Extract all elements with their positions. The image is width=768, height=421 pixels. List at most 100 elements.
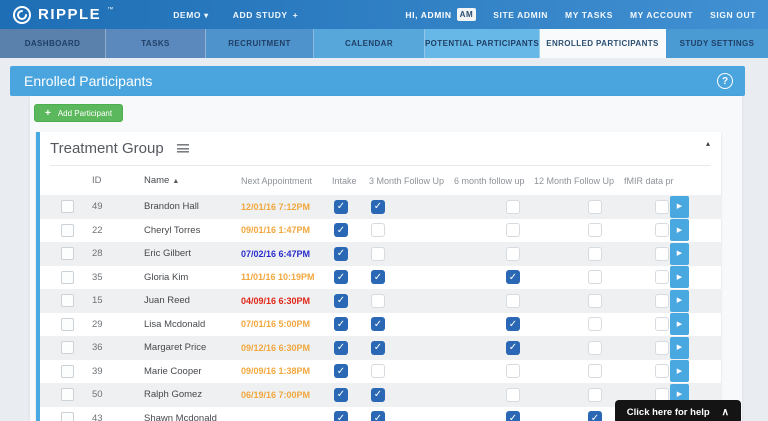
- m3-checkbox[interactable]: ✓: [371, 388, 385, 402]
- row-select-checkbox[interactable]: [61, 365, 74, 378]
- topbar-link-my-tasks[interactable]: MY TASKS: [565, 10, 613, 20]
- help-tooltip[interactable]: Click here for help ∧: [615, 400, 741, 421]
- intake-checkbox[interactable]: ✓: [334, 317, 348, 331]
- m12-checkbox[interactable]: [588, 317, 602, 331]
- m3-checkbox[interactable]: ✓: [371, 317, 385, 331]
- m12-checkbox[interactable]: [588, 294, 602, 308]
- m12-checkbox[interactable]: [588, 247, 602, 261]
- intake-checkbox[interactable]: ✓: [334, 411, 348, 421]
- topbar-link-site-admin[interactable]: SITE ADMIN: [493, 10, 548, 20]
- row-select-checkbox[interactable]: [61, 224, 74, 237]
- m3-checkbox[interactable]: ✓: [371, 411, 385, 421]
- open-participant-button[interactable]: ▶: [670, 266, 689, 288]
- m12-checkbox[interactable]: [588, 388, 602, 402]
- m12-checkbox[interactable]: [588, 341, 602, 355]
- add-study-button[interactable]: ADD STUDY+: [233, 10, 299, 20]
- open-participant-button[interactable]: ▶: [670, 219, 689, 241]
- m12-checkbox[interactable]: [588, 223, 602, 237]
- topbar-link-sign-out[interactable]: SIGN OUT: [710, 10, 756, 20]
- open-participant-button[interactable]: ▶: [670, 360, 689, 382]
- tab-tasks[interactable]: TASKS: [106, 29, 206, 58]
- column-header-name[interactable]: Name▲: [136, 175, 234, 186]
- column-header-next-appointment[interactable]: Next Appointment: [234, 176, 328, 186]
- intake-checkbox[interactable]: ✓: [334, 200, 348, 214]
- m6-checkbox[interactable]: ✓: [506, 341, 520, 355]
- m6-checkbox[interactable]: [506, 247, 520, 261]
- m6-checkbox[interactable]: ✓: [506, 317, 520, 331]
- row-select-checkbox[interactable]: [61, 318, 74, 331]
- tab-dashboard[interactable]: DASHBOARD: [0, 29, 106, 58]
- list-view-icon[interactable]: [177, 144, 189, 153]
- tab-recruitment[interactable]: RECRUITMENT: [206, 29, 314, 58]
- m12-checkbox[interactable]: [588, 270, 602, 284]
- column-header-fmir[interactable]: fMIR data pr: [620, 176, 670, 186]
- m12-checkbox[interactable]: [588, 200, 602, 214]
- fmir-checkbox[interactable]: [655, 270, 669, 284]
- column-header-3-month[interactable]: 3 Month Follow Up: [366, 176, 450, 186]
- open-participant-button[interactable]: ▶: [670, 196, 689, 218]
- actions-cell: ▶: [670, 337, 721, 359]
- avatar[interactable]: AM: [457, 8, 477, 21]
- intake-checkbox[interactable]: ✓: [334, 270, 348, 284]
- brand[interactable]: RIPPLE ™: [12, 5, 113, 25]
- m6-checkbox[interactable]: [506, 364, 520, 378]
- m12-checkbox[interactable]: [588, 364, 602, 378]
- column-header-id[interactable]: ID: [85, 175, 136, 186]
- arrow-right-icon: ▶: [677, 368, 682, 375]
- m6-checkbox[interactable]: [506, 294, 520, 308]
- m3-checkbox[interactable]: ✓: [371, 200, 385, 214]
- m3-checkbox[interactable]: ✓: [371, 341, 385, 355]
- collapse-caret-icon[interactable]: ▴: [706, 139, 710, 148]
- tab-calendar[interactable]: CALENDAR: [314, 29, 425, 58]
- m3-cell: ✓: [366, 411, 450, 421]
- intake-checkbox[interactable]: ✓: [334, 294, 348, 308]
- fmir-checkbox[interactable]: [655, 223, 669, 237]
- topbar-link-my-account[interactable]: MY ACCOUNT: [630, 10, 693, 20]
- m6-checkbox[interactable]: [506, 200, 520, 214]
- intake-checkbox[interactable]: ✓: [334, 247, 348, 261]
- fmir-checkbox[interactable]: [655, 341, 669, 355]
- tab-potential-participants[interactable]: POTENTIAL PARTICIPANTS: [425, 29, 540, 58]
- fmir-checkbox[interactable]: [655, 317, 669, 331]
- row-select-checkbox[interactable]: [61, 271, 74, 284]
- row-select-checkbox[interactable]: [61, 247, 74, 260]
- m6-checkbox[interactable]: [506, 388, 520, 402]
- m12-cell: [534, 388, 620, 402]
- fmir-checkbox[interactable]: [655, 364, 669, 378]
- m12-cell: [534, 341, 620, 355]
- m6-checkbox[interactable]: ✓: [506, 270, 520, 284]
- row-select-checkbox[interactable]: [61, 388, 74, 401]
- m3-checkbox[interactable]: [371, 294, 385, 308]
- fmir-checkbox[interactable]: [655, 247, 669, 261]
- intake-checkbox[interactable]: ✓: [334, 341, 348, 355]
- m6-checkbox[interactable]: ✓: [506, 411, 520, 421]
- help-icon[interactable]: ?: [717, 73, 733, 89]
- fmir-checkbox[interactable]: [655, 200, 669, 214]
- m12-checkbox[interactable]: ✓: [588, 411, 602, 421]
- open-participant-button[interactable]: ▶: [670, 337, 689, 359]
- m6-checkbox[interactable]: [506, 223, 520, 237]
- add-participant-button[interactable]: + Add Participant: [34, 104, 123, 122]
- next-appointment: 11/01/16 10:19PM: [234, 272, 328, 282]
- m3-checkbox[interactable]: [371, 223, 385, 237]
- study-selector-dropdown[interactable]: DEMO▾: [173, 10, 209, 20]
- intake-checkbox[interactable]: ✓: [334, 223, 348, 237]
- intake-checkbox[interactable]: ✓: [334, 364, 348, 378]
- m3-checkbox[interactable]: [371, 364, 385, 378]
- row-select-checkbox[interactable]: [61, 294, 74, 307]
- m3-checkbox[interactable]: [371, 247, 385, 261]
- row-select-checkbox[interactable]: [61, 200, 74, 213]
- tab-study-settings[interactable]: STUDY SETTINGS: [666, 29, 768, 58]
- row-select-checkbox[interactable]: [61, 412, 74, 421]
- open-participant-button[interactable]: ▶: [670, 243, 689, 265]
- row-select-checkbox[interactable]: [61, 341, 74, 354]
- tab-enrolled-participants[interactable]: ENROLLED PARTICIPANTS: [540, 29, 666, 58]
- m3-checkbox[interactable]: ✓: [371, 270, 385, 284]
- open-participant-button[interactable]: ▶: [670, 313, 689, 335]
- fmir-checkbox[interactable]: [655, 294, 669, 308]
- intake-checkbox[interactable]: ✓: [334, 388, 348, 402]
- column-header-6-month[interactable]: 6 month follow up: [450, 176, 534, 186]
- open-participant-button[interactable]: ▶: [670, 290, 689, 312]
- column-header-12-month[interactable]: 12 Month Follow Up: [534, 176, 620, 186]
- column-header-intake[interactable]: Intake: [328, 176, 366, 186]
